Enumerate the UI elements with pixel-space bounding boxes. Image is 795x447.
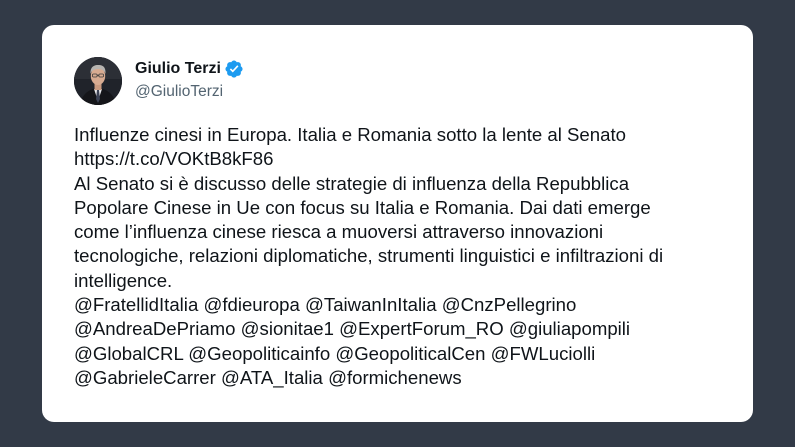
- tweet-text-line: intelligence.: [74, 269, 173, 291]
- mentions-line[interactable]: @GlobalCRL @Geopoliticainfo @Geopolitica…: [74, 342, 734, 366]
- page-background: { "author": { "name": "Giulio Terzi", "h…: [0, 0, 795, 447]
- tweet-card: Giulio Terzi @GiulioTerzi Influenze cine…: [42, 25, 753, 422]
- name-row: Giulio Terzi: [135, 59, 244, 79]
- tweet-text-line: tecnologiche, relazioni diplomatiche, st…: [74, 245, 664, 267]
- display-name[interactable]: Giulio Terzi: [135, 59, 221, 79]
- tweet-link[interactable]: https://t.co/VOKtB8kF86: [74, 147, 734, 171]
- avatar-portrait-icon: [74, 57, 122, 105]
- tweet-text-line: Popolare Cinese in Ue con focus su Itali…: [74, 196, 651, 218]
- tweet-text: Influenze cinesi in Europa. Italia e Rom…: [74, 123, 734, 390]
- mentions-line[interactable]: @FratellidItalia @fdieuropa @TaiwanInIta…: [74, 293, 734, 317]
- user-handle[interactable]: @GiulioTerzi: [135, 82, 244, 102]
- tweet-text-line: Al Senato si è discusso delle strategie …: [74, 172, 630, 194]
- tweet-text-line: come l’influenza cinese riesca a muovers…: [74, 221, 604, 243]
- mentions-line[interactable]: @AndreaDePriamo @sionitae1 @ExpertForum_…: [74, 317, 734, 341]
- tweet-text-line: Influenze cinesi in Europa. Italia e Rom…: [74, 124, 626, 145]
- avatar[interactable]: [74, 57, 122, 105]
- tweet-author: Giulio Terzi @GiulioTerzi: [135, 59, 244, 102]
- verified-badge-icon: [224, 59, 244, 79]
- mentions-line[interactable]: @GabrieleCarrer @ATA_Italia @formichenew…: [74, 366, 734, 390]
